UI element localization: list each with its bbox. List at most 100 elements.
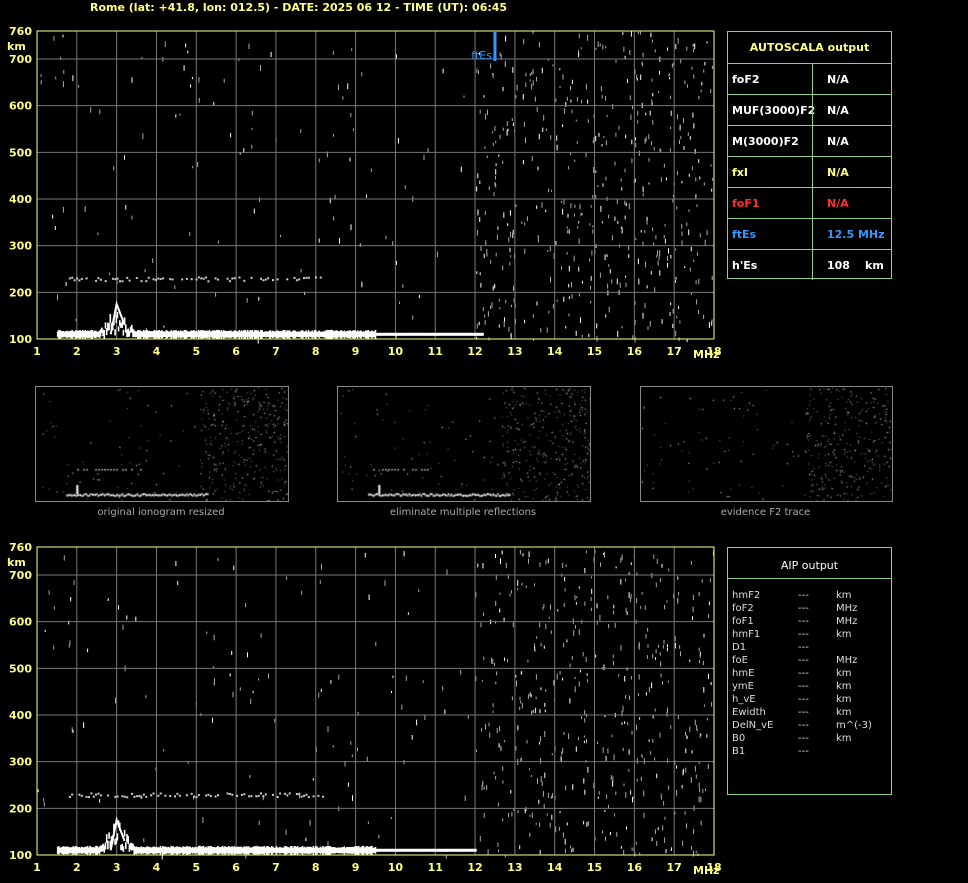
noise-mark [497,802,499,807]
noise-mark [541,67,543,74]
noise-mark [525,585,527,588]
x-tick-label: 6 [232,861,240,874]
noise-mark [531,812,533,819]
noise-mark [485,724,486,730]
aip-unit: km [836,681,852,692]
noise-mark [54,225,56,230]
noise-mark [539,709,541,714]
noise-mark [670,126,671,129]
noise-mark [48,590,50,595]
noise-mark [654,49,656,53]
noise-mark [705,788,706,791]
x-tick-label: 13 [507,861,522,874]
noise-mark [693,259,695,262]
noise-mark [654,829,656,834]
noise-mark [664,605,665,610]
multiple-echo-mark [264,278,267,281]
noise-mark [496,728,498,734]
noise-mark [511,590,512,594]
noise-mark [699,652,701,659]
x-tick-label: 4 [153,861,161,874]
noise-mark [647,326,649,330]
x-tick-label: 7 [272,345,280,358]
noise-mark [651,837,653,842]
noise-mark [670,254,672,259]
aip-key: foF2 [732,603,754,614]
noise-mark [321,563,322,570]
multiple-echo-mark [142,793,145,796]
noise-mark [677,576,679,580]
noise-mark [502,766,504,771]
noise-mark [666,711,668,717]
es-trace-mark [103,330,106,339]
noise-mark [541,781,543,787]
noise-mark [509,247,511,253]
noise-mark [565,785,567,791]
noise-mark [359,243,361,247]
multiple-echo-mark [276,796,279,798]
multiple-echo-mark [78,793,81,796]
noise-mark [487,311,489,317]
noise-mark [495,600,497,607]
noise-mark [624,55,626,59]
noise-mark [622,747,624,752]
multiple-echo-mark [226,792,229,795]
es-trace-mark [104,842,107,850]
noise-mark [667,47,668,51]
noise-mark [670,95,671,99]
noise-mark [590,597,592,602]
noise-mark [599,614,601,621]
noise-mark [495,175,496,180]
noise-mark [467,715,469,719]
noise-mark [682,840,684,846]
noise-mark [681,181,683,184]
noise-mark [644,605,646,610]
noise-mark [526,216,528,222]
noise-mark [403,760,405,765]
noise-mark [547,249,549,252]
noise-mark [550,276,551,283]
noise-mark [536,76,537,82]
noise-mark [404,185,406,190]
noise-mark [630,562,632,565]
noise-mark [543,645,545,649]
noise-mark [578,266,580,272]
noise-mark [651,682,653,689]
noise-mark [640,776,642,781]
multiple-echo-mark [104,280,107,283]
noise-mark [539,741,540,745]
noise-mark [667,758,669,763]
noise-mark [556,144,558,151]
noise-mark [625,792,627,798]
noise-mark [109,272,111,276]
noise-mark [484,314,486,318]
noise-mark [690,292,692,295]
autoscala-value: 108 [827,259,850,272]
noise-mark [672,199,674,203]
noise-mark [515,95,517,99]
multiple-echo-mark [114,278,117,281]
noise-mark [626,79,628,83]
noise-mark [572,847,574,852]
noise-mark [614,813,616,817]
noise-mark [84,206,86,212]
noise-mark [690,777,692,784]
multiple-echo-mark [116,277,119,280]
multiple-echo-mark [140,280,143,283]
noise-mark [572,618,574,624]
noise-mark [563,108,565,114]
noise-mark [659,270,661,276]
noise-mark [652,654,654,659]
noise-mark [704,62,706,66]
noise-mark [663,639,665,645]
noise-mark [692,594,694,601]
noise-mark [637,258,639,265]
es-trace-mark [116,312,119,319]
noise-mark [652,227,654,232]
noise-mark [578,238,580,245]
noise-mark [402,284,404,288]
noise-mark [568,265,570,272]
noise-mark [552,64,554,67]
noise-mark [701,579,703,583]
noise-mark [190,84,192,88]
